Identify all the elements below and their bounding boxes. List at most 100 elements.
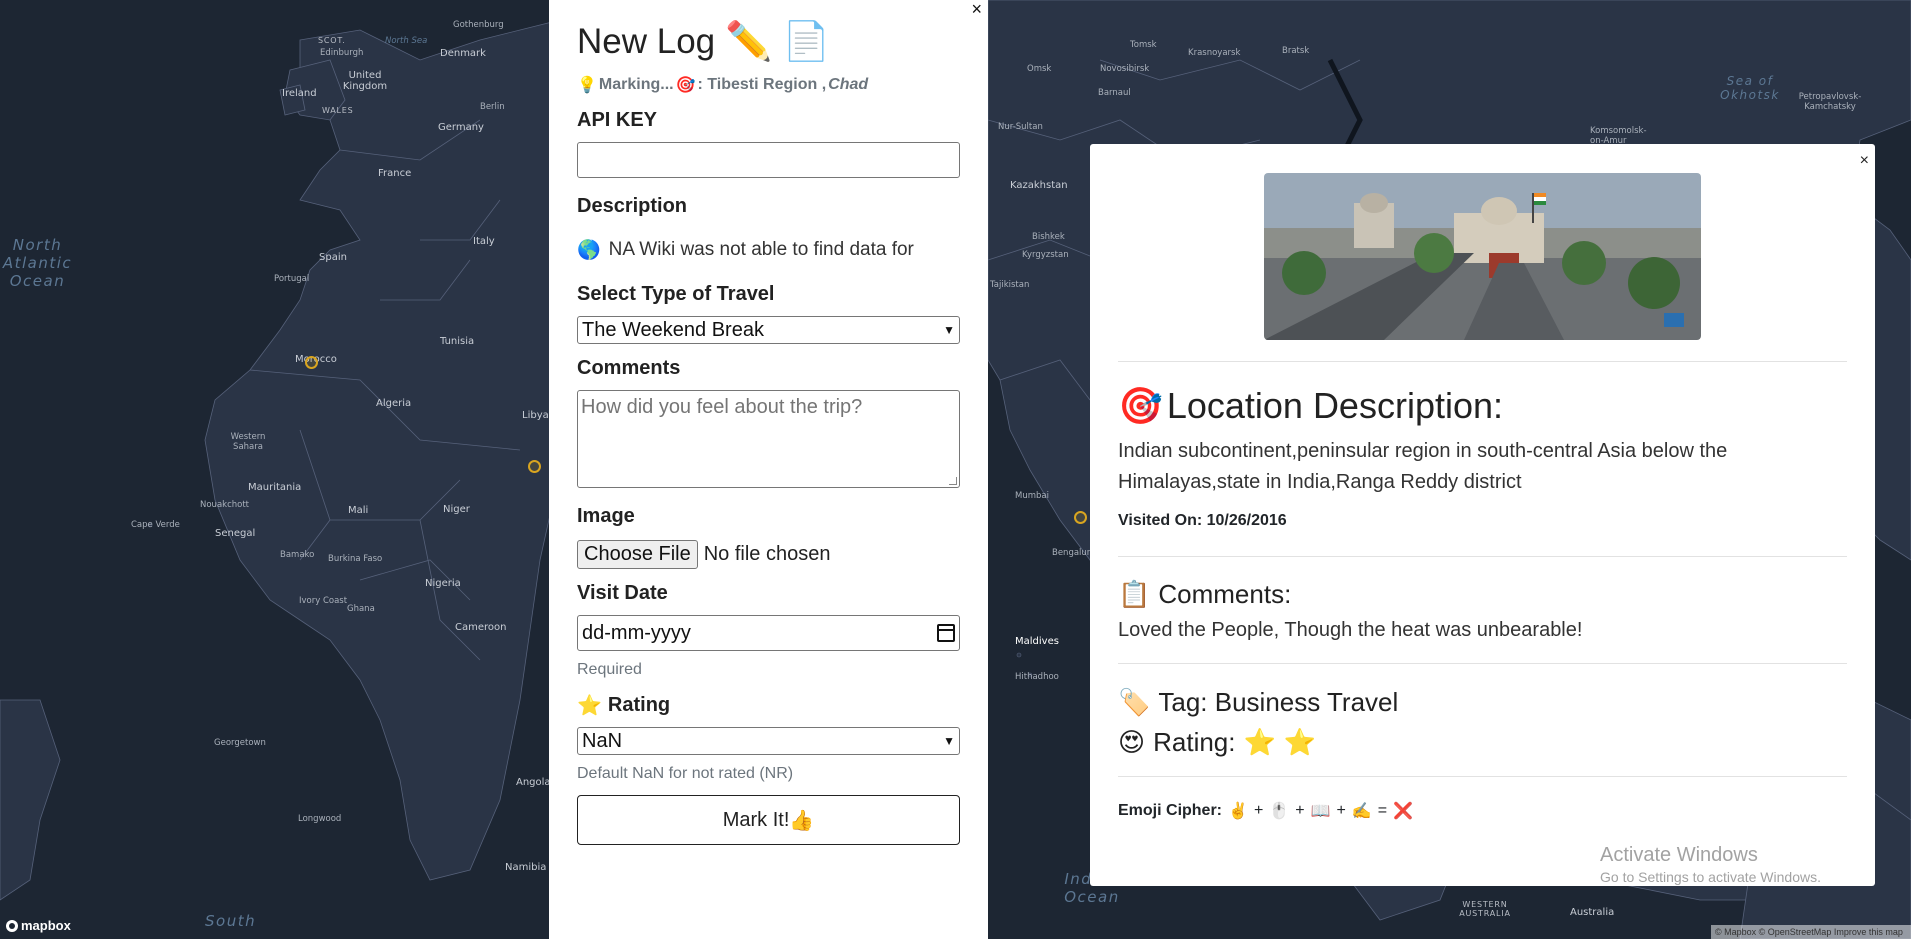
clipboard-icon: 📋 bbox=[1118, 578, 1151, 609]
map-label: SCOT. bbox=[318, 36, 346, 45]
map-marker[interactable] bbox=[305, 356, 318, 369]
rating-hint: Default NaN for not rated (NR) bbox=[577, 765, 794, 782]
windows-activation-watermark: Activate Windows Go to Settings to activ… bbox=[1600, 844, 1821, 885]
visit-date-input[interactable]: dd-mm-yyyy bbox=[577, 615, 960, 651]
map-label: Maldives bbox=[1015, 636, 1059, 647]
map-label: Denmark bbox=[440, 48, 486, 59]
map-label: Nouakchott bbox=[200, 500, 250, 510]
map-label: Senegal bbox=[215, 528, 256, 539]
location-title: Location Description: bbox=[1166, 385, 1504, 426]
map-label: Cameroon bbox=[455, 622, 507, 633]
travel-type-select[interactable]: The Weekend Break ▼ bbox=[577, 316, 960, 344]
map-label: Mauritania bbox=[248, 482, 302, 493]
api-key-label: API KEY bbox=[577, 108, 658, 131]
plus-sign: + bbox=[1336, 802, 1346, 819]
rating-text: Rating: bbox=[1153, 726, 1236, 757]
map-book-icon: 📖 bbox=[1310, 803, 1331, 820]
visited-on: Visited On: 10/26/2016 bbox=[1118, 512, 1287, 529]
description-text: NA Wiki was not able to find data for bbox=[608, 239, 914, 260]
map-label: Novosibirsk bbox=[1100, 64, 1150, 74]
api-key-input[interactable] bbox=[577, 142, 960, 178]
map-marker[interactable] bbox=[528, 460, 541, 473]
comments-text: Loved the People, Though the heat was un… bbox=[1118, 619, 1583, 641]
comments-textarea[interactable]: How did you feel about the trip? bbox=[577, 390, 960, 488]
map-label: Kyrgyzstan bbox=[1022, 250, 1069, 260]
rating-row: 😍 Rating: ⭐ ⭐ bbox=[1118, 724, 1847, 760]
map-label: WALES bbox=[322, 106, 354, 115]
divider bbox=[1118, 361, 1847, 362]
map-label: Omsk bbox=[1027, 64, 1052, 74]
map-label: Spain bbox=[319, 252, 347, 263]
writing-hand-icon: ✍️ bbox=[1351, 803, 1372, 820]
map-label: Ghana bbox=[347, 604, 375, 614]
map-label: United Kingdom bbox=[342, 70, 388, 92]
target-icon: 🎯 bbox=[1118, 385, 1163, 426]
thumbs-up-icon: 👍 bbox=[789, 809, 815, 832]
emoji-cipher-row: Emoji Cipher: ✌️ + 🖱️ + 📖 + ✍️ = ❌ bbox=[1118, 801, 1847, 821]
image-file-input[interactable]: Choose File No file chosen bbox=[577, 540, 960, 569]
document-icon: 📄 bbox=[782, 21, 830, 63]
close-log-panel-button[interactable]: × bbox=[971, 0, 982, 18]
map-label: Bishkek bbox=[1032, 232, 1065, 242]
mark-it-button[interactable]: Mark It! 👍 bbox=[577, 795, 960, 845]
page-title: New Log bbox=[577, 22, 716, 61]
map-label: Burkina Faso bbox=[328, 554, 383, 564]
travel-type-label: Select Type of Travel bbox=[577, 282, 775, 305]
rating-label-row: ⭐ Rating bbox=[577, 691, 960, 719]
date-placeholder: dd-mm-yyyy bbox=[582, 621, 691, 644]
map-label: North Sea bbox=[385, 36, 428, 46]
map-label: Edinburgh bbox=[320, 48, 364, 58]
choose-file-button[interactable]: Choose File bbox=[577, 540, 698, 569]
map-label: Komsomolsk-on-Amur bbox=[1590, 126, 1647, 146]
map-label: Libya bbox=[522, 410, 549, 421]
plus-sign: + bbox=[1295, 802, 1305, 819]
required-hint: Required bbox=[577, 661, 642, 678]
rating-select[interactable]: NaN ▼ bbox=[577, 727, 960, 755]
map-label: Kazakhstan bbox=[1010, 180, 1068, 191]
map-label: Italy bbox=[473, 236, 495, 247]
map-label: Krasnoyarsk bbox=[1188, 48, 1241, 58]
map-label: Angola bbox=[516, 777, 551, 788]
emoji-cipher-label: Emoji Cipher: bbox=[1118, 802, 1223, 819]
map-label: Namibia bbox=[505, 862, 547, 873]
comments-placeholder: How did you feel about the trip? bbox=[581, 396, 863, 418]
star-icon: ⭐ bbox=[1243, 726, 1276, 757]
map-label: Australia bbox=[1570, 907, 1615, 918]
comments-label: Comments bbox=[577, 356, 681, 379]
map-marker[interactable] bbox=[1074, 511, 1087, 524]
map-label: Mali bbox=[348, 505, 369, 516]
marking-place: : Tibesti Region , bbox=[697, 76, 827, 93]
map-label: Bratsk bbox=[1282, 46, 1310, 56]
map-label: Ireland bbox=[282, 88, 317, 99]
map-label: Georgetown bbox=[214, 738, 266, 748]
description-text-row: 🌎 NA Wiki was not able to find data for bbox=[577, 236, 960, 264]
victory-hand-icon: ✌️ bbox=[1228, 803, 1248, 820]
mapbox-logo[interactable]: mapbox bbox=[6, 918, 71, 933]
chevron-down-icon: ▼ bbox=[943, 323, 955, 337]
divider bbox=[1118, 663, 1847, 664]
map-label: Niger bbox=[443, 504, 470, 515]
ocean-label: North Atlantic Ocean bbox=[2, 236, 73, 290]
rating-value: NaN bbox=[582, 729, 623, 752]
marking-prefix: Marking... bbox=[598, 76, 674, 93]
comments-title-row: 📋 Comments: bbox=[1118, 577, 1847, 611]
close-popup-button[interactable]: × bbox=[1860, 152, 1869, 170]
map-label: Western Sahara bbox=[230, 432, 266, 452]
star-icon: ⭐ bbox=[1283, 726, 1317, 757]
map-attribution[interactable]: © Mapbox © OpenStreetMap Improve this ma… bbox=[1711, 925, 1911, 939]
tag-icon: 🏷️ bbox=[1118, 686, 1151, 717]
image-label: Image bbox=[577, 504, 635, 527]
map-label: Petropavlovsk-Kamchatsky bbox=[1798, 92, 1862, 112]
map-label: Gothenburg bbox=[453, 20, 504, 30]
tag-row: 🏷️ Tag: Business Travel bbox=[1118, 684, 1847, 720]
ocean-label: South bbox=[205, 912, 257, 930]
calendar-icon[interactable] bbox=[937, 624, 955, 642]
divider bbox=[1118, 776, 1847, 777]
map-label: Bamako bbox=[280, 550, 315, 560]
location-description: Indian subcontinent,peninsular region in… bbox=[1118, 440, 1728, 493]
resize-handle-icon[interactable] bbox=[949, 477, 957, 485]
marking-country: Chad bbox=[828, 76, 869, 93]
map-label: Hithadhoo bbox=[1015, 672, 1059, 682]
location-detail-popup: × 🎯 Location Description: Indian subcont… bbox=[1090, 144, 1875, 886]
map-label: WESTERN AUSTRALIA bbox=[1459, 900, 1511, 918]
